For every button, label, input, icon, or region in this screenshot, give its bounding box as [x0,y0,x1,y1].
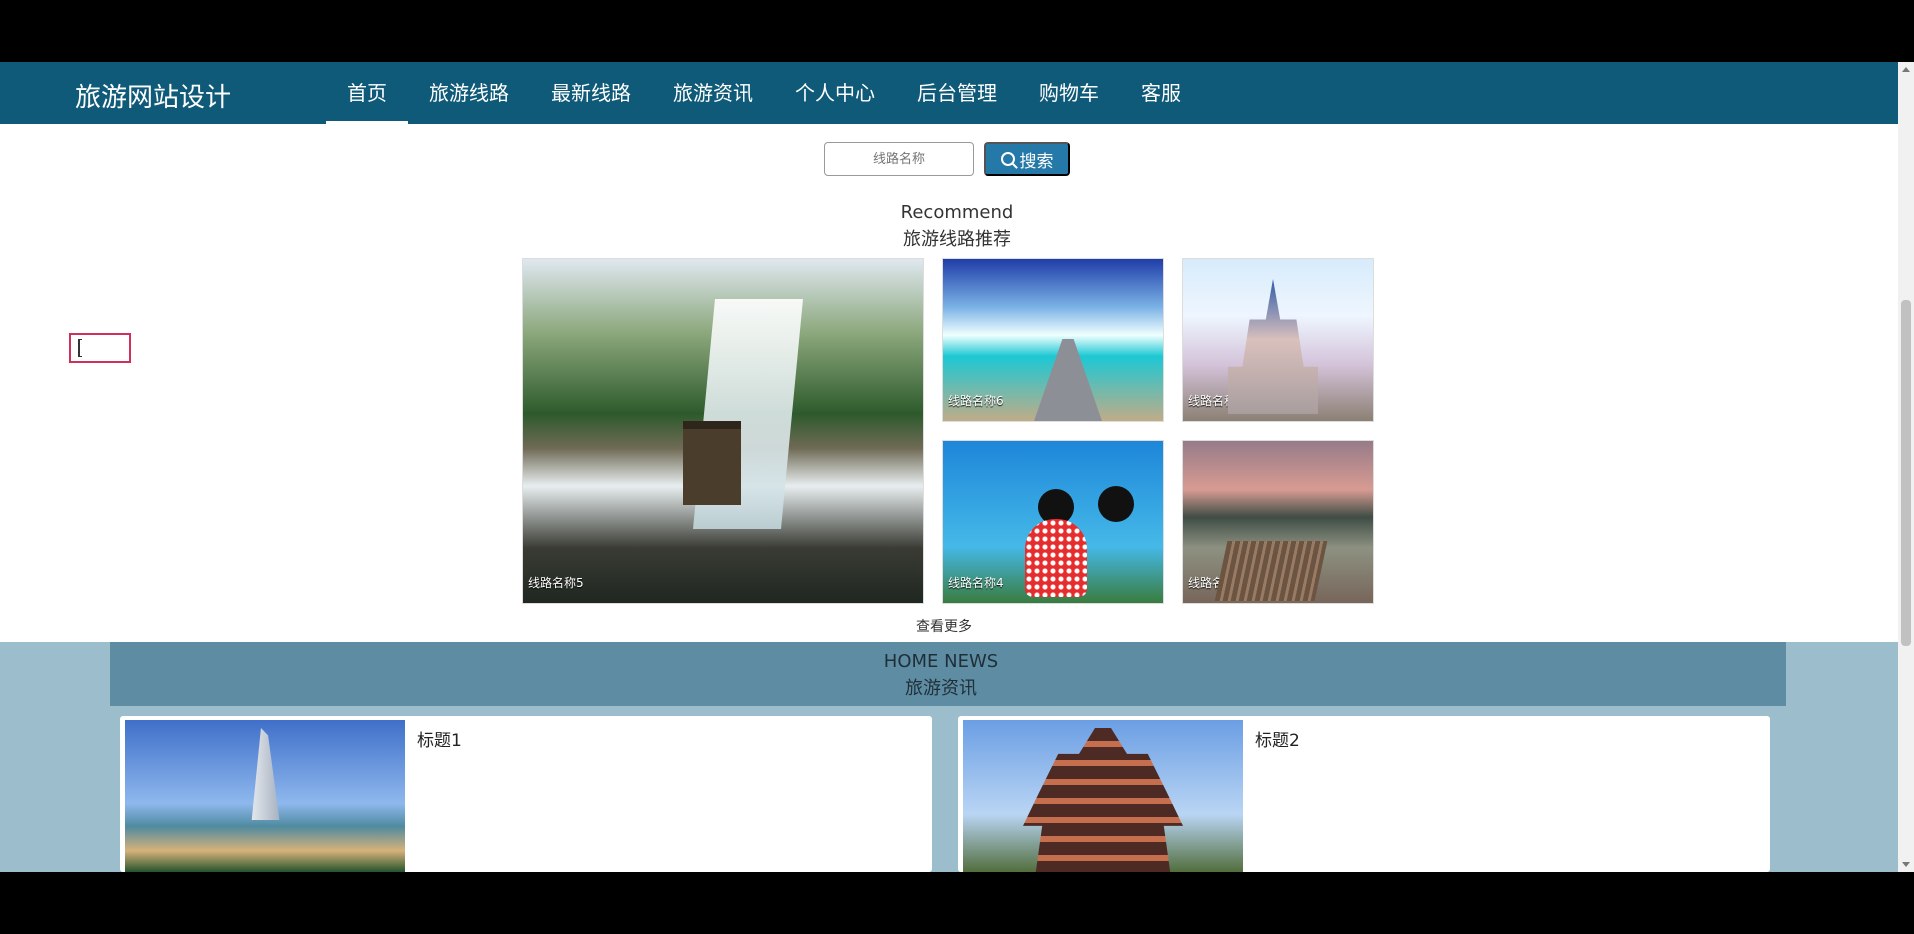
news-item-title: 标题1 [417,731,462,751]
nav-cart[interactable]: 购物车 [1018,62,1120,124]
site-title: 旅游网站设计 [75,83,232,113]
text-cursor-icon [78,339,82,357]
nav-user-center[interactable]: 个人中心 [774,62,896,124]
route-card-label: 线路名称5 [528,576,584,590]
scroll-down-icon[interactable] [1902,862,1910,867]
vertical-scrollbar[interactable] [1898,62,1914,872]
minnie-dress-icon [1025,519,1087,597]
search-button-label: 搜索 [1019,151,1054,171]
search-icon [1000,152,1015,166]
route-card[interactable]: 线路名称4 [942,440,1164,604]
route-card-label: 线路名称6 [948,394,1004,408]
route-card[interactable]: 线路名称1 [1182,258,1374,422]
scroll-thumb[interactable] [1901,300,1911,646]
browser-viewport: 旅游网站设计 首页 旅游线路 最新线路 旅游资讯 个人中心 后台管理 购物车 客… [0,62,1914,872]
news-title-cn: 旅游资讯 [905,678,977,699]
text-cursor-box[interactable] [69,333,131,363]
view-more-link[interactable]: 查看更多 [916,616,972,636]
route-card[interactable]: 线路名称5 [522,258,924,604]
recommend-title-cn: 旅游线路推荐 [903,229,1011,250]
main-navigation: 首页 旅游线路 最新线路 旅游资讯 个人中心 后台管理 购物车 客服 [326,62,1202,124]
route-card[interactable]: 线路名称3 [1182,440,1374,604]
route-card-label: 线路名称3 [1188,576,1244,590]
route-card-label: 线路名称4 [948,576,1004,590]
nav-customer-service[interactable]: 客服 [1120,62,1202,124]
route-search-input[interactable] [824,142,974,176]
news-image [125,720,405,872]
news-image [963,720,1243,872]
top-navigation-bar: 旅游网站设计 首页 旅游线路 最新线路 旅游资讯 个人中心 后台管理 购物车 客… [0,62,1898,124]
nav-travel-news[interactable]: 旅游资讯 [652,62,774,124]
search-button[interactable]: 搜索 [984,142,1070,176]
news-title-en: HOME NEWS [883,651,999,672]
news-item[interactable]: 标题1 [120,716,932,872]
scroll-up-icon[interactable] [1902,67,1910,72]
mickey-head-icon [1098,486,1134,522]
recommend-title-en: Recommend [900,202,1014,223]
nav-latest-routes[interactable]: 最新线路 [530,62,652,124]
nav-home[interactable]: 首页 [326,62,408,124]
nav-travel-routes[interactable]: 旅游线路 [408,62,530,124]
news-item[interactable]: 标题2 [958,716,1770,872]
route-card[interactable]: 线路名称6 [942,258,1164,422]
news-item-title: 标题2 [1255,731,1300,751]
route-card-label: 线路名称1 [1188,394,1244,408]
nav-admin[interactable]: 后台管理 [896,62,1018,124]
